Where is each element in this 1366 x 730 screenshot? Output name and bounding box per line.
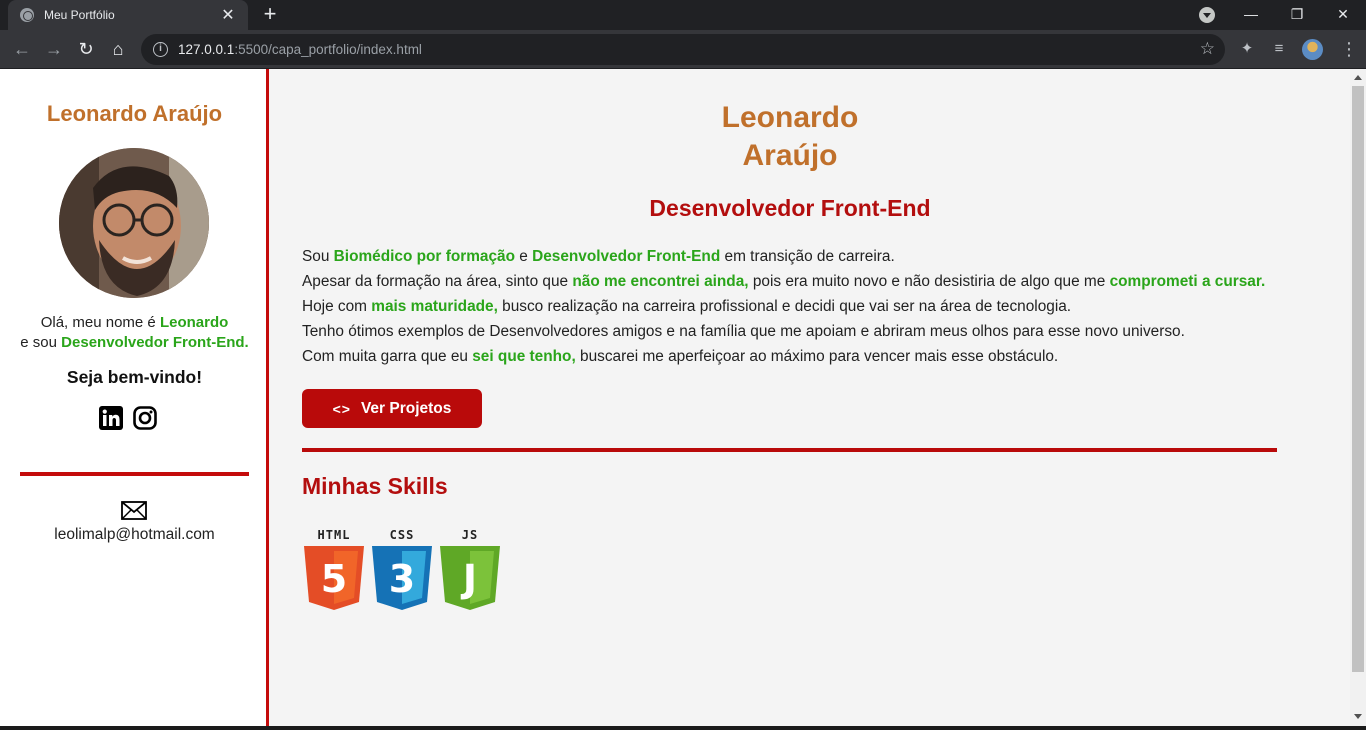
main-content: Leonardo Araújo Desenvolvedor Front-End …	[272, 69, 1350, 726]
scroll-down-icon[interactable]	[1354, 714, 1362, 719]
skill-label: JS	[461, 528, 479, 542]
welcome-text: Seja bem-vindo!	[66, 367, 203, 387]
bio-highlight: não me encontrei ainda,	[572, 273, 749, 290]
html5-icon: 5	[304, 546, 364, 610]
scroll-up-icon[interactable]	[1354, 75, 1362, 80]
page-viewport: Leonardo Araújo Olá, meu nome é Leonardo…	[0, 69, 1366, 726]
avatar-photo	[59, 148, 209, 298]
skills-list: HTML 5 CSS 3 JS J	[302, 528, 502, 612]
scrollbar-thumb[interactable]	[1352, 86, 1364, 672]
bio-highlight: comprometi a cursar.	[1109, 273, 1266, 290]
sidebar: Leonardo Araújo Olá, meu nome é Leonardo…	[0, 69, 269, 726]
bio-paragraph: Sou Biomédico por formação e Desenvolved…	[302, 244, 1302, 369]
intro-name: Leonardo	[159, 314, 229, 331]
bio-highlight: Desenvolvedor Front-End	[532, 248, 721, 265]
view-projects-label: Ver Projetos	[360, 399, 452, 417]
bio-highlight: sei que tenho,	[472, 348, 576, 365]
skill-number: 3	[389, 557, 415, 601]
window-restore-button[interactable]: ❐	[1274, 0, 1320, 30]
bio-highlight: mais maturidade,	[371, 298, 498, 315]
tab-search-icon[interactable]	[1199, 7, 1215, 23]
avatar	[59, 148, 209, 298]
media-control-icon[interactable]: ≡	[1269, 39, 1289, 59]
email-link[interactable]: leolimalp@hotmail.com	[0, 526, 269, 544]
tab-strip: Meu Portfólio ✕ + — ❐ ✕	[0, 0, 1366, 30]
sidebar-name: Leonardo Araújo	[46, 101, 223, 126]
bio-line: Sou Biomédico por formação e Desenvolved…	[302, 248, 895, 265]
address-bar[interactable]: i 127.0.0.1:5500/capa_portfolio/index.ht…	[141, 34, 1225, 65]
globe-icon	[20, 8, 34, 22]
new-tab-button[interactable]: +	[258, 3, 282, 27]
site-info-icon[interactable]: i	[153, 42, 168, 57]
intro-mid: e sou	[20, 334, 62, 351]
sidebar-intro: Olá, meu nome é Leonardo e sou Desenvolv…	[0, 313, 269, 353]
url-host: 127.0.0.1	[178, 42, 235, 57]
skill-label: CSS	[389, 528, 415, 542]
page-scrollbar[interactable]	[1350, 69, 1366, 726]
reload-icon[interactable]: ↻	[74, 37, 98, 61]
social-links	[99, 406, 157, 430]
skill-css: CSS 3	[370, 528, 434, 612]
skill-number: J	[460, 557, 477, 601]
title-line2: Araújo	[742, 139, 838, 172]
code-icon: <>	[332, 400, 351, 417]
skill-number: 5	[321, 557, 347, 601]
skill-js: JS J	[438, 528, 502, 612]
intro-role: Desenvolvedor Front-End.	[61, 334, 249, 351]
window-close-button[interactable]: ✕	[1320, 0, 1366, 30]
tab-title: Meu Portfólio	[44, 8, 115, 22]
bio-line: Tenho ótimos exemplos de Desenvolvedores…	[302, 323, 1185, 340]
page-title: Leonardo Araújo	[272, 99, 1308, 175]
profile-avatar-icon[interactable]	[1302, 39, 1323, 60]
bio-line: Com muita garra que eu sei que tenho, bu…	[302, 348, 1059, 365]
intro-prefix: Olá, meu nome é	[40, 314, 160, 331]
back-icon[interactable]: ←	[10, 37, 34, 61]
home-icon[interactable]: ⌂	[106, 37, 130, 61]
title-line1: Leonardo	[721, 101, 859, 134]
browser-tab[interactable]: Meu Portfólio ✕	[8, 0, 248, 30]
window-minimize-button[interactable]: —	[1228, 0, 1274, 30]
skill-html: HTML 5	[302, 528, 366, 612]
bio-highlight: Biomédico por formação	[333, 248, 515, 265]
skill-label: HTML	[317, 528, 351, 542]
javascript-icon: J	[440, 546, 500, 610]
content-divider	[302, 448, 1277, 452]
css3-icon: 3	[372, 546, 432, 610]
mail-icon	[121, 501, 147, 520]
menu-kebab-icon[interactable]: ⋮	[1340, 39, 1358, 59]
instagram-icon[interactable]	[133, 406, 157, 430]
role-heading: Desenvolvedor Front-End	[649, 195, 931, 221]
forward-icon[interactable]: →	[42, 37, 66, 61]
bookmark-star-icon[interactable]: ☆	[1200, 39, 1215, 59]
extensions-icon[interactable]: ✦	[1237, 39, 1257, 59]
sidebar-divider	[20, 472, 249, 476]
url-path: :5500/capa_portfolio/index.html	[234, 42, 422, 57]
skills-heading: Minhas Skills	[302, 473, 448, 499]
browser-toolbar: ← → ↻ ⌂ i 127.0.0.1:5500/capa_portfolio/…	[0, 30, 1366, 69]
linkedin-icon[interactable]	[99, 406, 123, 430]
bio-line: Apesar da formação na área, sinto que nã…	[302, 273, 1266, 290]
tab-close-icon[interactable]: ✕	[220, 5, 236, 25]
bio-line: Hoje com mais maturidade, busco realizaç…	[302, 298, 1072, 315]
taskbar-edge	[0, 726, 1366, 730]
view-projects-button[interactable]: <> Ver Projetos	[302, 389, 482, 428]
